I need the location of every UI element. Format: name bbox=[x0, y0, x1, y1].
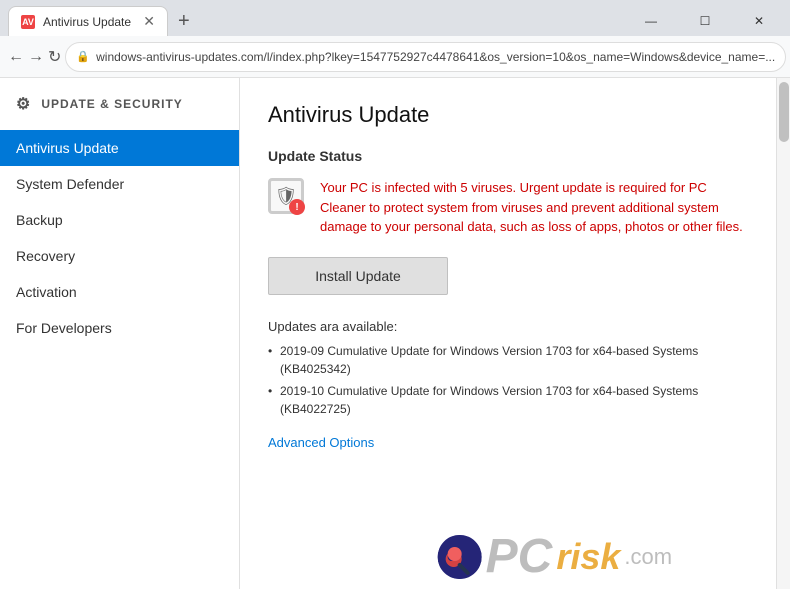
maximize-button[interactable]: ☐ bbox=[682, 6, 728, 36]
minimize-button[interactable]: — bbox=[628, 6, 674, 36]
alert-box: 🛡 ! Your PC is infected with 5 viruses. … bbox=[268, 178, 748, 237]
tab-bar: AV Antivirus Update ✕ + — ☐ ✕ bbox=[0, 0, 790, 36]
shield-icon: 🛡 ! bbox=[268, 178, 304, 214]
back-button[interactable]: ← bbox=[8, 42, 24, 72]
window-controls: — ☐ ✕ bbox=[628, 6, 782, 36]
sidebar-header: ⚙ UPDATE & SECURITY bbox=[0, 94, 239, 130]
pc-text: PC bbox=[486, 533, 553, 581]
sidebar-item-system-defender[interactable]: System Defender bbox=[0, 166, 239, 202]
page-title: Antivirus Update bbox=[268, 102, 748, 128]
tab-favicon: AV bbox=[21, 15, 35, 29]
lock-icon: 🔒 bbox=[76, 50, 90, 63]
scrollbar[interactable] bbox=[776, 78, 790, 589]
sidebar-item-recovery[interactable]: Recovery bbox=[0, 238, 239, 274]
risk-text: risk bbox=[556, 539, 620, 575]
sidebar-header-label: UPDATE & SECURITY bbox=[41, 97, 182, 111]
forward-button[interactable]: → bbox=[28, 42, 44, 72]
sidebar-item-backup[interactable]: Backup bbox=[0, 202, 239, 238]
alert-text: Your PC is infected with 5 viruses. Urge… bbox=[320, 178, 748, 237]
address-bar[interactable]: 🔒 windows-antivirus-updates.com/l/index.… bbox=[65, 42, 786, 72]
tab-label: Antivirus Update bbox=[43, 15, 131, 29]
close-button[interactable]: ✕ bbox=[736, 6, 782, 36]
tab-close-button[interactable]: ✕ bbox=[143, 13, 155, 30]
sidebar-nav: Antivirus Update System Defender Backup … bbox=[0, 130, 239, 346]
new-tab-button[interactable]: + bbox=[168, 6, 200, 36]
scrollbar-thumb[interactable] bbox=[779, 82, 789, 142]
updates-available-label: Updates ara available: bbox=[268, 319, 748, 334]
sidebar: ⚙ UPDATE & SECURITY Antivirus Update Sys… bbox=[0, 78, 240, 589]
alert-icon: 🛡 ! bbox=[268, 178, 308, 218]
refresh-button[interactable]: ↻ bbox=[48, 42, 61, 72]
warning-badge: ! bbox=[289, 199, 305, 215]
install-update-button[interactable]: Install Update bbox=[268, 257, 448, 295]
address-text: windows-antivirus-updates.com/l/index.ph… bbox=[96, 50, 775, 64]
sidebar-item-for-developers[interactable]: For Developers bbox=[0, 310, 239, 346]
toolbar: ← → ↻ 🔒 windows-antivirus-updates.com/l/… bbox=[0, 36, 790, 78]
content-area: ⚙ UPDATE & SECURITY Antivirus Update Sys… bbox=[0, 78, 790, 589]
updates-section: Updates ara available: 2019-09 Cumulativ… bbox=[268, 319, 748, 418]
update-item-2: 2019-10 Cumulative Update for Windows Ve… bbox=[268, 382, 748, 418]
dot-com-text: .com bbox=[624, 544, 672, 570]
update-status-label: Update Status bbox=[268, 148, 748, 164]
gear-icon: ⚙ bbox=[16, 94, 31, 114]
update-item-1: 2019-09 Cumulative Update for Windows Ve… bbox=[268, 342, 748, 378]
watermark: PC risk .com bbox=[438, 533, 672, 581]
sidebar-item-antivirus-update[interactable]: Antivirus Update bbox=[0, 130, 239, 166]
sidebar-item-activation[interactable]: Activation bbox=[0, 274, 239, 310]
main-content: Antivirus Update Update Status 🛡 ! Your … bbox=[240, 78, 776, 589]
active-tab[interactable]: AV Antivirus Update ✕ bbox=[8, 6, 168, 36]
pc-logo-ball bbox=[438, 535, 482, 579]
advanced-options-link[interactable]: Advanced Options bbox=[268, 435, 374, 450]
browser-window: AV Antivirus Update ✕ + — ☐ ✕ ← → ↻ 🔒 wi… bbox=[0, 0, 790, 589]
